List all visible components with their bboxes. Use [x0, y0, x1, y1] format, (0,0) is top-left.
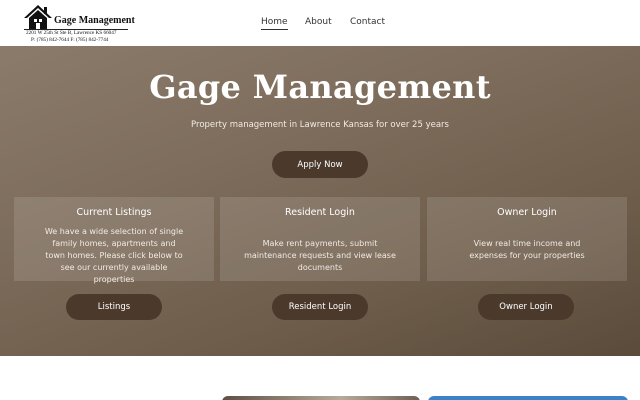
resident-login-button[interactable]: Resident Login: [272, 294, 368, 320]
card-title: Current Listings: [76, 207, 152, 218]
nav-contact-link[interactable]: Contact: [350, 17, 385, 27]
card-text: View real time income and expenses for y…: [469, 239, 585, 260]
apply-now-button[interactable]: Apply Now: [272, 151, 368, 178]
nav-about-link[interactable]: About: [305, 17, 332, 27]
card-title: Resident Login: [285, 207, 355, 218]
card-title: Owner Login: [497, 207, 557, 218]
resident-login-card: Resident Login Make rent payments, submi…: [220, 197, 420, 281]
main-nav: Home About Contact: [0, 17, 640, 31]
hero-subtitle: Property management in Lawrence Kansas f…: [191, 120, 449, 130]
hero-section: Gage Management Property management in L…: [0, 46, 640, 356]
nav-home-link[interactable]: Home: [261, 17, 288, 30]
card-text: We have a wide selection of single famil…: [44, 227, 184, 284]
feature-panel-teaser: [428, 396, 628, 400]
owner-login-card: Owner Login View real time income and ex…: [427, 197, 627, 281]
current-listings-card: Current Listings We have a wide selectio…: [14, 197, 214, 284]
listings-button[interactable]: Listings: [66, 294, 162, 320]
card-text: Make rent payments, submit maintenance r…: [244, 239, 396, 272]
feature-image-teaser: [222, 396, 420, 400]
hero-title: Gage Management: [149, 68, 491, 106]
site-header: Gage Management 2201 W 25th St Ste B, La…: [0, 0, 640, 46]
owner-login-button[interactable]: Owner Login: [478, 294, 574, 320]
logo-phones: P: (785) 842-7644 F: (785) 842-7744: [31, 37, 109, 43]
